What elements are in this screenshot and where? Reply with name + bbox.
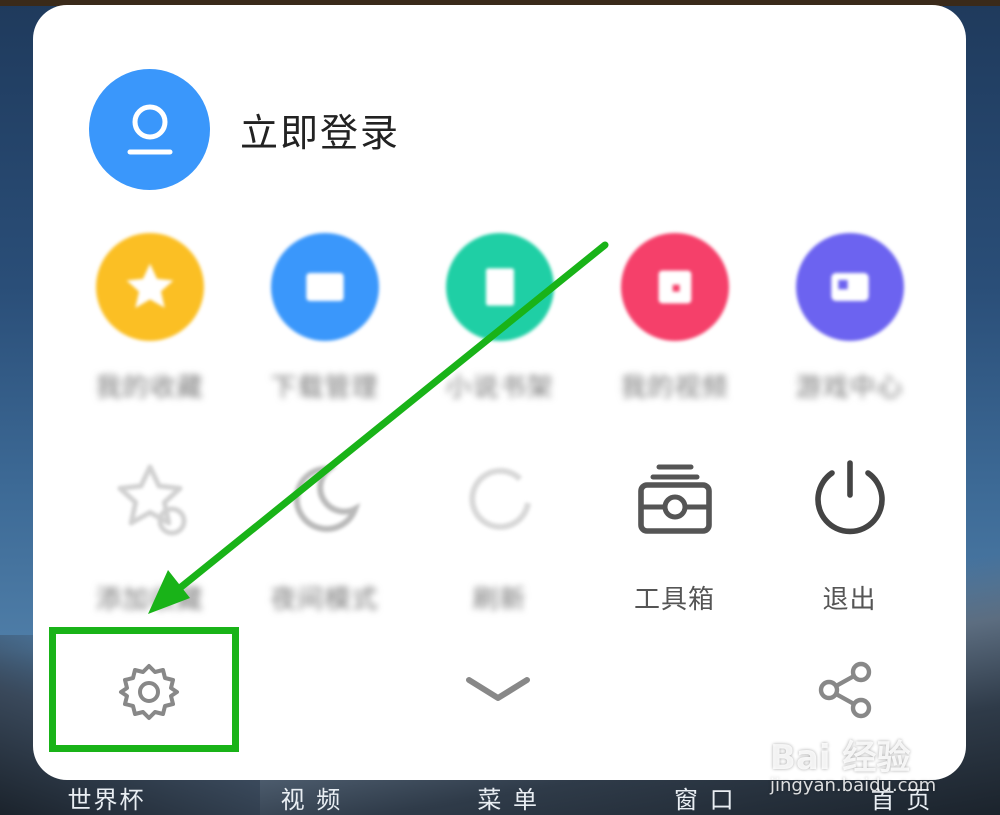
power-icon [796, 445, 904, 553]
menu-item-night-mode[interactable]: 夜间模式 [237, 445, 412, 616]
star-add-icon [96, 445, 204, 553]
settings-icon [119, 664, 179, 720]
book-icon [445, 233, 554, 341]
star-icon [95, 233, 204, 341]
menu-item-refresh[interactable]: 刷新 [412, 445, 587, 616]
watermark-url: jingyan.baidu.com [770, 775, 937, 796]
login-row[interactable]: 立即登录 [89, 69, 400, 190]
settings-button[interactable] [117, 660, 181, 728]
tool-row: 添加收藏 夜间模式 刷新 工具箱 退出 [33, 445, 966, 616]
login-label[interactable]: 立即登录 [240, 102, 400, 157]
menu-item-label: 我的视频 [620, 373, 729, 403]
menu-item-add-favorite[interactable]: 添加收藏 [62, 445, 237, 616]
refresh-icon [446, 445, 554, 553]
menu-item-toolbox[interactable]: 工具箱 [587, 445, 762, 616]
menu-item-label: 小说书架 [445, 373, 554, 403]
feature-row: 我的收藏 下载管理 小说书架 我的视频 游戏中心 [33, 233, 966, 404]
toolbox-icon [621, 445, 729, 553]
menu-item-label: 工具箱 [633, 585, 715, 615]
moon-icon [271, 445, 379, 553]
avatar[interactable] [89, 69, 210, 190]
folder-icon [270, 233, 379, 341]
menu-item-videos[interactable]: 我的视频 [587, 233, 762, 404]
menu-item-label: 夜间模式 [270, 585, 379, 615]
menu-item-label: 退出 [822, 585, 877, 615]
menu-item-favorites[interactable]: 我的收藏 [62, 233, 237, 404]
menu-panel: 立即登录 我的收藏 下载管理 小说书架 我的视频 游戏中心 添加收藏 夜间模式 … [33, 5, 966, 780]
menu-item-label: 下载管理 [270, 373, 379, 403]
menu-item-games[interactable]: 游戏中心 [762, 233, 937, 404]
video-icon [620, 233, 729, 341]
menu-item-novels[interactable]: 小说书架 [412, 233, 587, 404]
game-icon [795, 233, 904, 341]
watermark-brand: Bai 经验 [770, 738, 911, 778]
share-icon [818, 661, 872, 719]
menu-item-label: 添加收藏 [95, 585, 204, 615]
user-icon [127, 104, 172, 154]
baidu-watermark: Bai 经验 jingyan.baidu.com [770, 730, 936, 796]
share-button[interactable] [813, 658, 877, 726]
chevron-down-icon [466, 677, 530, 701]
menu-item-label: 游戏中心 [795, 373, 904, 403]
menu-item-exit[interactable]: 退出 [762, 445, 937, 616]
menu-item-downloads[interactable]: 下载管理 [237, 233, 412, 404]
collapse-button[interactable] [463, 670, 533, 714]
menu-item-label: 刷新 [472, 585, 527, 615]
menu-item-label: 我的收藏 [95, 373, 204, 403]
